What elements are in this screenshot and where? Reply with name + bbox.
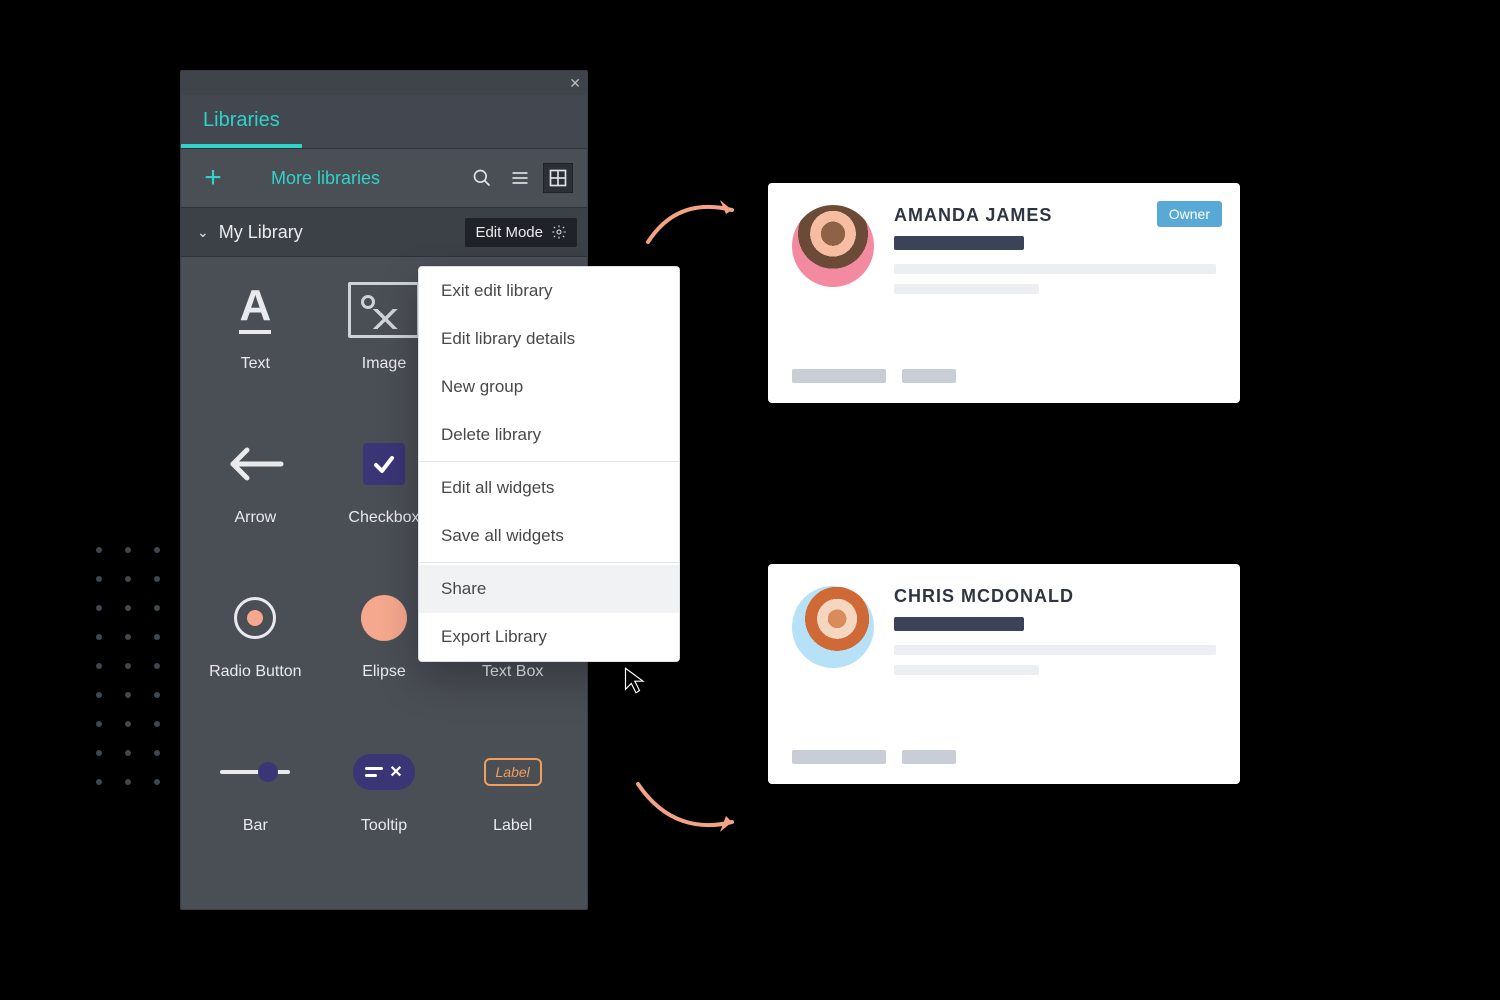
widget-radio-button[interactable]: Radio Button xyxy=(191,587,320,727)
avatar xyxy=(792,586,874,668)
menu-edit-library-details[interactable]: Edit library details xyxy=(419,315,679,363)
widget-arrow[interactable]: Arrow xyxy=(191,433,320,573)
menu-export-library[interactable]: Export Library xyxy=(419,613,679,661)
placeholder-bar xyxy=(894,236,1024,250)
share-arrow-icon xyxy=(640,190,750,250)
placeholder-bar xyxy=(792,750,886,764)
search-icon[interactable] xyxy=(467,163,497,193)
panel-tabs: Libraries xyxy=(181,95,587,149)
bar-icon xyxy=(220,770,290,774)
menu-save-all-widgets[interactable]: Save all widgets xyxy=(419,512,679,560)
menu-new-group[interactable]: New group xyxy=(419,363,679,411)
widget-text[interactable]: A Text xyxy=(191,279,320,419)
library-header[interactable]: ⌄ My Library Edit Mode xyxy=(181,207,587,257)
menu-separator xyxy=(419,562,679,563)
widget-label: Radio Button xyxy=(209,663,302,681)
more-libraries-link[interactable]: More libraries xyxy=(271,168,380,189)
menu-share[interactable]: Share xyxy=(419,565,679,613)
label-icon: Label xyxy=(484,758,542,786)
checkbox-icon xyxy=(363,443,405,485)
share-arrow-icon xyxy=(630,774,750,844)
widget-label: Label xyxy=(493,817,532,835)
user-card: CHRIS MCDONALD xyxy=(768,564,1240,784)
grid-view-icon[interactable] xyxy=(543,163,573,193)
widget-bar[interactable]: Bar xyxy=(191,741,320,881)
widget-label[interactable]: Label Label xyxy=(448,741,577,881)
list-view-icon[interactable] xyxy=(505,163,535,193)
menu-delete-library[interactable]: Delete library xyxy=(419,411,679,459)
placeholder-bar xyxy=(894,284,1039,294)
widget-label: Text xyxy=(241,355,270,373)
library-context-menu: Exit edit library Edit library details N… xyxy=(418,266,680,662)
widget-label: Bar xyxy=(243,817,268,835)
placeholder-bar xyxy=(792,369,886,383)
gear-icon xyxy=(551,224,567,240)
edit-mode-button[interactable]: Edit Mode xyxy=(465,218,577,247)
panel-toolbar: + More libraries xyxy=(181,149,587,207)
text-icon: A xyxy=(239,286,271,334)
chevron-down-icon: ⌄ xyxy=(197,224,209,241)
user-card: AMANDA JAMES Owner xyxy=(768,183,1240,403)
radio-icon xyxy=(234,597,276,639)
library-name: My Library xyxy=(219,222,466,243)
widget-label: Checkbox xyxy=(348,509,419,527)
cursor-icon xyxy=(622,666,650,699)
image-icon xyxy=(348,282,420,338)
menu-edit-all-widgets[interactable]: Edit all widgets xyxy=(419,464,679,512)
placeholder-bar xyxy=(894,665,1039,675)
plus-icon: + xyxy=(204,161,222,195)
menu-separator xyxy=(419,461,679,462)
placeholder-bar xyxy=(894,617,1024,631)
ellipse-icon xyxy=(361,595,407,641)
tab-libraries[interactable]: Libraries xyxy=(181,95,302,148)
widget-label: Elipse xyxy=(362,663,406,681)
owner-badge: Owner xyxy=(1157,201,1222,227)
widget-label: Tooltip xyxy=(361,817,407,835)
placeholder-bar xyxy=(894,645,1216,655)
placeholder-bar xyxy=(894,264,1216,274)
widget-label: Text Box xyxy=(482,663,543,681)
panel-titlebar: ✕ xyxy=(181,71,587,95)
widget-label: Arrow xyxy=(234,509,276,527)
user-name: CHRIS MCDONALD xyxy=(894,586,1216,607)
widget-tooltip[interactable]: ✕ Tooltip xyxy=(320,741,449,881)
placeholder-bar xyxy=(902,750,956,764)
add-library-button[interactable]: + xyxy=(199,164,227,192)
placeholder-bar xyxy=(902,369,956,383)
avatar xyxy=(792,205,874,287)
close-icon[interactable]: ✕ xyxy=(569,76,581,90)
arrow-icon xyxy=(225,444,285,484)
edit-mode-label: Edit Mode xyxy=(475,224,543,241)
tooltip-icon: ✕ xyxy=(353,754,414,790)
menu-exit-edit-library[interactable]: Exit edit library xyxy=(419,267,679,315)
widget-label: Image xyxy=(362,355,406,373)
